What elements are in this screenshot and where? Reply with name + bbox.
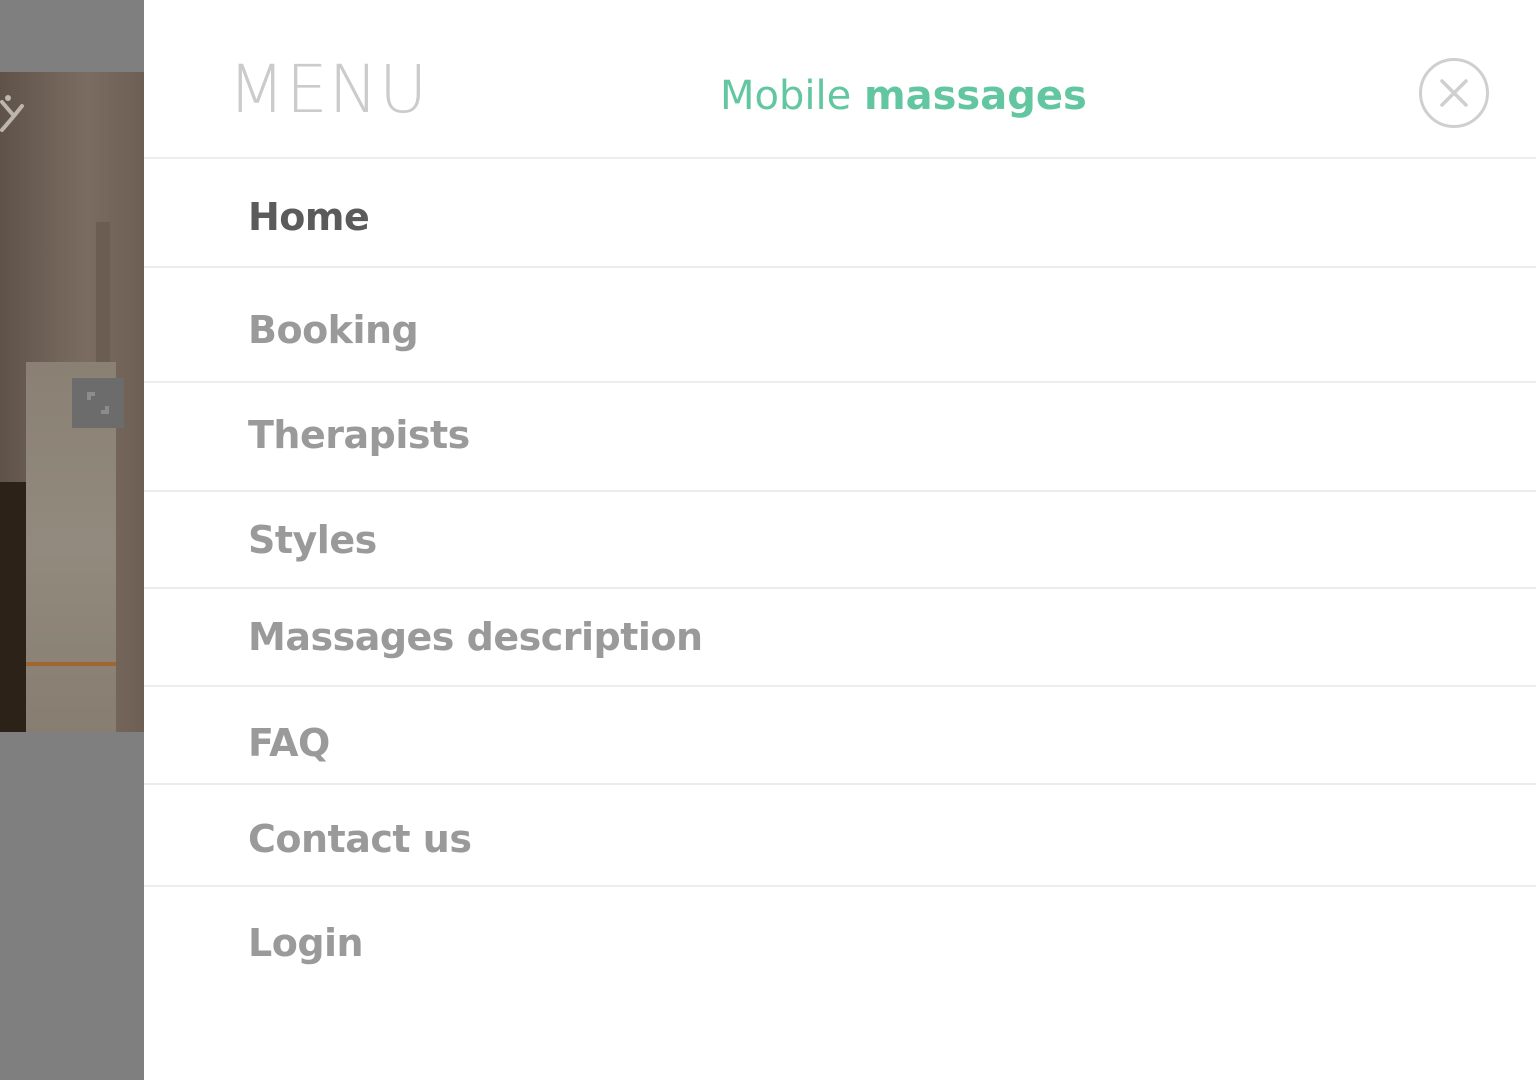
menu-item-label: Home bbox=[248, 195, 370, 239]
menu-item-label: Therapists bbox=[248, 413, 470, 457]
menu-item-login[interactable]: Login bbox=[144, 887, 1536, 997]
menu-item-label: Styles bbox=[248, 518, 377, 562]
page: MENU Mobile massages Home Booking Therap… bbox=[0, 0, 1536, 1080]
menu-title: MENU bbox=[228, 51, 429, 128]
menu-item-label: Booking bbox=[248, 308, 419, 352]
menu-item-label: Contact us bbox=[248, 817, 472, 861]
menu-item-faq[interactable]: FAQ bbox=[144, 687, 1536, 785]
brand-light-text: Mobile bbox=[720, 73, 852, 119]
close-icon bbox=[1440, 79, 1468, 107]
brand-logo[interactable]: Mobile massages bbox=[720, 68, 1087, 124]
menu-item-label: FAQ bbox=[248, 721, 330, 765]
photo-stripe bbox=[26, 662, 116, 666]
menu-item-therapists[interactable]: Therapists bbox=[144, 383, 1536, 492]
menu-item-label: Login bbox=[248, 921, 364, 965]
menu-item-contact-us[interactable]: Contact us bbox=[144, 785, 1536, 887]
menu-item-styles[interactable]: Styles bbox=[144, 492, 1536, 589]
menu-item-home[interactable]: Home bbox=[144, 159, 1536, 268]
photo-frame bbox=[0, 482, 26, 732]
menu-item-label: Massages description bbox=[248, 615, 703, 659]
close-button[interactable] bbox=[1419, 58, 1489, 128]
menu-item-massages-description[interactable]: Massages description bbox=[144, 589, 1536, 687]
menu-panel: MENU Mobile massages Home Booking Therap… bbox=[144, 0, 1536, 1080]
expand-icon[interactable] bbox=[72, 378, 124, 428]
menu-header: MENU Mobile massages bbox=[144, 0, 1536, 159]
menu-item-booking[interactable]: Booking bbox=[144, 268, 1536, 383]
brand-bold-text: massages bbox=[863, 73, 1087, 119]
logo-mark-icon bbox=[0, 92, 30, 142]
